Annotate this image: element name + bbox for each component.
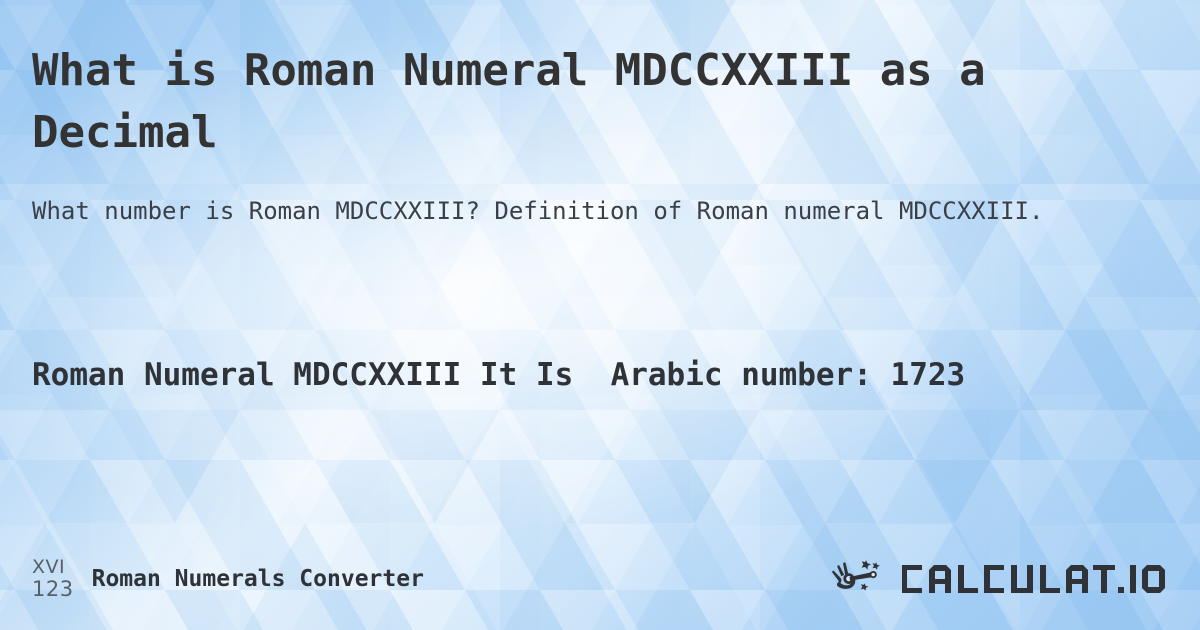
answer-block: Roman Numeral MDCCXXIII It Is Arabic num…	[32, 352, 1170, 398]
logo-arabic-text: 123	[32, 576, 74, 601]
footer: XVI 123 Roman Numerals Converter	[32, 550, 1172, 608]
page-subtitle: What number is Roman MDCCXXIII? Definiti…	[32, 197, 1044, 225]
footer-left-group: XVI 123 Roman Numerals Converter	[32, 557, 424, 600]
logo-roman-text: XVI	[32, 556, 66, 579]
magic-wand-hand-icon	[830, 557, 890, 601]
answer-statement: Roman Numeral MDCCXXIII It Is Arabic num…	[32, 357, 966, 393]
brand-logo[interactable]: CALCULAT.IO	[830, 557, 1172, 601]
brand-wordmark: CALCULAT.IO	[900, 561, 1172, 597]
roman-numerals-logo-icon: XVI 123	[32, 557, 74, 600]
og-card: What is Roman Numeral MDCCXXIII as a Dec…	[0, 0, 1200, 630]
card-content: What is Roman Numeral MDCCXXIII as a Dec…	[0, 0, 1200, 630]
footer-site-title: Roman Numerals Converter	[91, 566, 424, 592]
page-title: What is Roman Numeral MDCCXXIII as a Dec…	[32, 45, 986, 158]
